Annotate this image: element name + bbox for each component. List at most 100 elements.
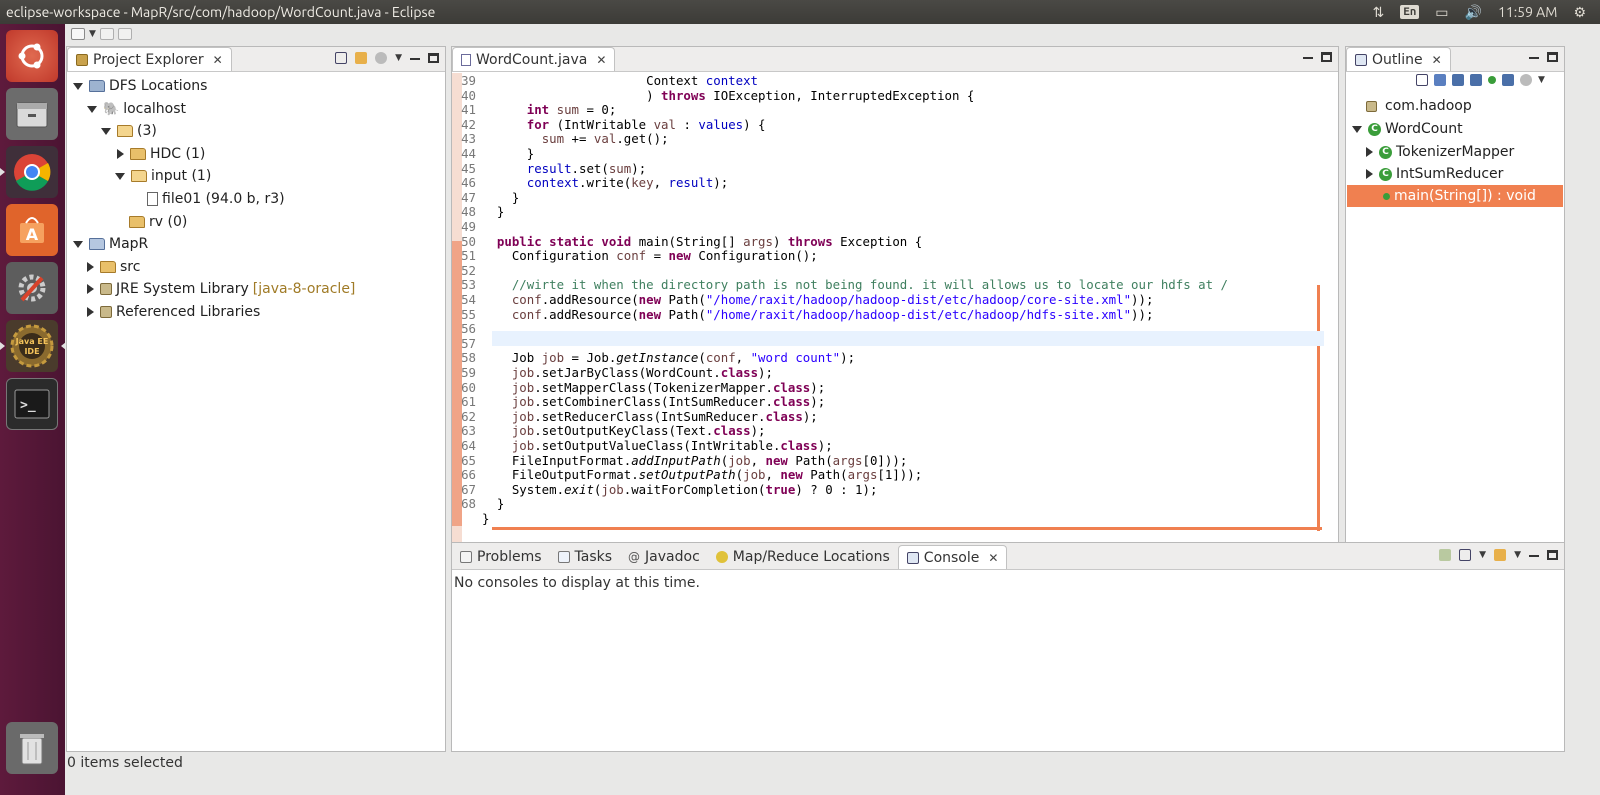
tree-item-rv[interactable]: rv (0) bbox=[129, 211, 187, 233]
outline-item-intsumreducer[interactable]: C IntSumReducer bbox=[1366, 163, 1503, 185]
code-line[interactable]: 61 job.setCombinerClass(IntSumReducer.cl… bbox=[452, 394, 825, 409]
expanded-arrow-icon[interactable] bbox=[101, 127, 111, 135]
expanded-arrow-icon[interactable] bbox=[1352, 125, 1362, 133]
tab-tasks[interactable]: Tasks bbox=[550, 545, 621, 569]
minimize-icon[interactable] bbox=[1529, 57, 1539, 59]
keyboard-layout-indicator[interactable]: En bbox=[1400, 5, 1420, 19]
tree-item-dfs-locations[interactable]: DFS Locations bbox=[73, 75, 207, 97]
new-dropdown-icon[interactable]: ▼ bbox=[89, 29, 96, 39]
code-line[interactable]: 39 Context context bbox=[452, 73, 758, 88]
collapse-all-icon[interactable] bbox=[335, 52, 348, 64]
link-with-editor-icon[interactable] bbox=[355, 52, 368, 64]
outline-item-main[interactable]: main(String[]) : void bbox=[1347, 185, 1563, 207]
tree-item-jre-system-library[interactable]: JRE System Library [java-8-oracle] bbox=[87, 278, 355, 300]
tree-item-hdc[interactable]: HDC (1) bbox=[117, 143, 205, 165]
battery-icon[interactable]: ▭ bbox=[1435, 4, 1448, 21]
code-line[interactable]: 40 ) throws IOException, InterruptedExce… bbox=[452, 88, 974, 103]
code-line[interactable]: 41 int sum = 0; bbox=[452, 102, 616, 117]
eclipse-javaee-icon[interactable]: Java EE IDE bbox=[0, 320, 66, 372]
code-line[interactable]: 49 bbox=[452, 219, 482, 234]
collapse-all-icon[interactable] bbox=[1416, 74, 1428, 86]
code-line[interactable]: 60 job.setMapperClass(TokenizerMapper.cl… bbox=[452, 380, 825, 395]
code-line[interactable]: 59 job.setJarByClass(WordCount.class); bbox=[452, 365, 773, 380]
collapsed-arrow-icon[interactable] bbox=[87, 262, 94, 272]
tab-console[interactable]: Console ✕ bbox=[897, 545, 1008, 569]
maximize-icon[interactable] bbox=[428, 53, 439, 63]
code-line[interactable]: 45 result.set(sum); bbox=[452, 161, 646, 176]
tab-javadoc[interactable]: @ Javadoc bbox=[620, 545, 708, 569]
code-line[interactable]: 58 Job job = Job.getInstance(conf, "word… bbox=[452, 350, 855, 365]
tree-item-mapr[interactable]: MapR bbox=[73, 233, 148, 255]
tree-item-referenced-libraries[interactable]: Referenced Libraries bbox=[87, 301, 260, 323]
code-line[interactable]: 65 FileInputFormat.addInputPath(job, new… bbox=[452, 453, 907, 468]
tab-project-explorer[interactable]: Project Explorer ✕ bbox=[67, 47, 232, 71]
chrome-icon[interactable] bbox=[0, 146, 58, 198]
collapsed-arrow-icon[interactable] bbox=[1366, 169, 1373, 179]
filter-icon[interactable] bbox=[375, 52, 388, 64]
tab-problems[interactable]: Problems bbox=[452, 545, 550, 569]
tab-map-reduce-locations[interactable]: Map/Reduce Locations bbox=[708, 545, 898, 569]
trash-icon[interactable] bbox=[6, 722, 58, 774]
close-icon[interactable]: ✕ bbox=[1432, 53, 1442, 67]
code-line[interactable]: 66 FileOutputFormat.setOutputPath(job, n… bbox=[452, 467, 922, 482]
tree-item-file01[interactable]: file01 (94.0 b, r3) bbox=[147, 188, 285, 210]
open-console-dropdown-icon[interactable]: ▼ bbox=[1514, 550, 1521, 560]
collapsed-arrow-icon[interactable] bbox=[87, 307, 94, 317]
code-line[interactable]: 56 bbox=[452, 321, 482, 336]
terminal-icon[interactable]: >_ bbox=[6, 378, 58, 430]
volume-icon[interactable]: 🔊 bbox=[1465, 4, 1482, 21]
tab-outline[interactable]: Outline ✕ bbox=[1346, 47, 1451, 71]
maximize-icon[interactable] bbox=[1321, 52, 1332, 62]
collapsed-arrow-icon[interactable] bbox=[117, 149, 124, 159]
code-editor[interactable]: 39 Context context 40 ) throws IOExceptio… bbox=[452, 73, 1338, 558]
open-console-icon[interactable] bbox=[1494, 549, 1507, 561]
view-menu-icon[interactable]: ▼ bbox=[395, 53, 402, 63]
code-line[interactable]: 53 //wirte it when the directory path is… bbox=[452, 277, 1228, 292]
hide-fields-icon[interactable] bbox=[1452, 74, 1464, 86]
collapsed-arrow-icon[interactable] bbox=[1366, 147, 1373, 157]
system-settings-icon[interactable] bbox=[6, 262, 58, 314]
display-console-dropdown-icon[interactable]: ▼ bbox=[1479, 550, 1486, 560]
code-line[interactable]: 52 bbox=[452, 263, 482, 278]
view-menu-icon[interactable]: ▼ bbox=[1538, 75, 1545, 85]
close-icon[interactable]: ✕ bbox=[596, 53, 606, 67]
code-line[interactable]: 47 } bbox=[452, 190, 519, 205]
hide-non-public-icon[interactable] bbox=[1488, 76, 1496, 84]
link-icon[interactable] bbox=[1520, 74, 1532, 86]
clock[interactable]: 11:59 AM bbox=[1498, 4, 1558, 20]
code-line[interactable]: 48 } bbox=[452, 204, 504, 219]
outline-item-package[interactable]: com.hadoop bbox=[1366, 95, 1472, 117]
expanded-arrow-icon[interactable] bbox=[87, 105, 97, 113]
outline-item-wordcount[interactable]: C WordCount bbox=[1352, 118, 1463, 140]
maximize-icon[interactable] bbox=[1547, 52, 1558, 62]
tree-item-src[interactable]: src bbox=[87, 256, 140, 278]
expanded-arrow-icon[interactable] bbox=[73, 240, 83, 248]
tree-item-input[interactable]: input (1) bbox=[115, 165, 211, 187]
expanded-arrow-icon[interactable] bbox=[73, 82, 83, 90]
collapsed-arrow-icon[interactable] bbox=[87, 284, 94, 294]
code-line[interactable]: 43 sum += val.get(); bbox=[452, 131, 668, 146]
save-icon[interactable] bbox=[99, 28, 114, 40]
code-line[interactable]: 46 context.write(key, result); bbox=[452, 175, 728, 190]
minimize-icon[interactable] bbox=[1303, 57, 1313, 59]
close-icon[interactable]: ✕ bbox=[213, 53, 223, 67]
display-console-icon[interactable] bbox=[1459, 549, 1472, 561]
code-line[interactable]: 42 for (IntWritable val : values) { bbox=[452, 117, 765, 132]
tree-item-localhost[interactable]: 🐘 localhost bbox=[87, 98, 186, 120]
code-line[interactable]: } bbox=[452, 511, 489, 526]
ubuntu-dash-icon[interactable] bbox=[6, 30, 58, 82]
software-center-icon[interactable]: A bbox=[6, 204, 58, 256]
network-icon[interactable]: ⇅ bbox=[1373, 4, 1385, 21]
tab-wordcount-java[interactable]: WordCount.java ✕ bbox=[452, 47, 616, 71]
minimize-icon[interactable] bbox=[1529, 555, 1539, 557]
code-line[interactable]: 68 } bbox=[452, 496, 504, 511]
tree-item-root-folder[interactable]: (3) bbox=[101, 120, 157, 142]
outline-item-tokenizermapper[interactable]: C TokenizerMapper bbox=[1366, 141, 1514, 163]
pin-console-icon[interactable] bbox=[1439, 549, 1452, 561]
code-line[interactable]: 55 conf.addResource(new Path("/home/raxi… bbox=[452, 307, 1153, 322]
code-line[interactable]: 57 bbox=[452, 336, 482, 351]
hide-static-icon[interactable] bbox=[1470, 74, 1482, 86]
files-icon[interactable] bbox=[6, 88, 58, 140]
code-line[interactable]: 44 } bbox=[452, 146, 534, 161]
code-line[interactable]: 50 public static void main(String[] args… bbox=[452, 234, 922, 249]
